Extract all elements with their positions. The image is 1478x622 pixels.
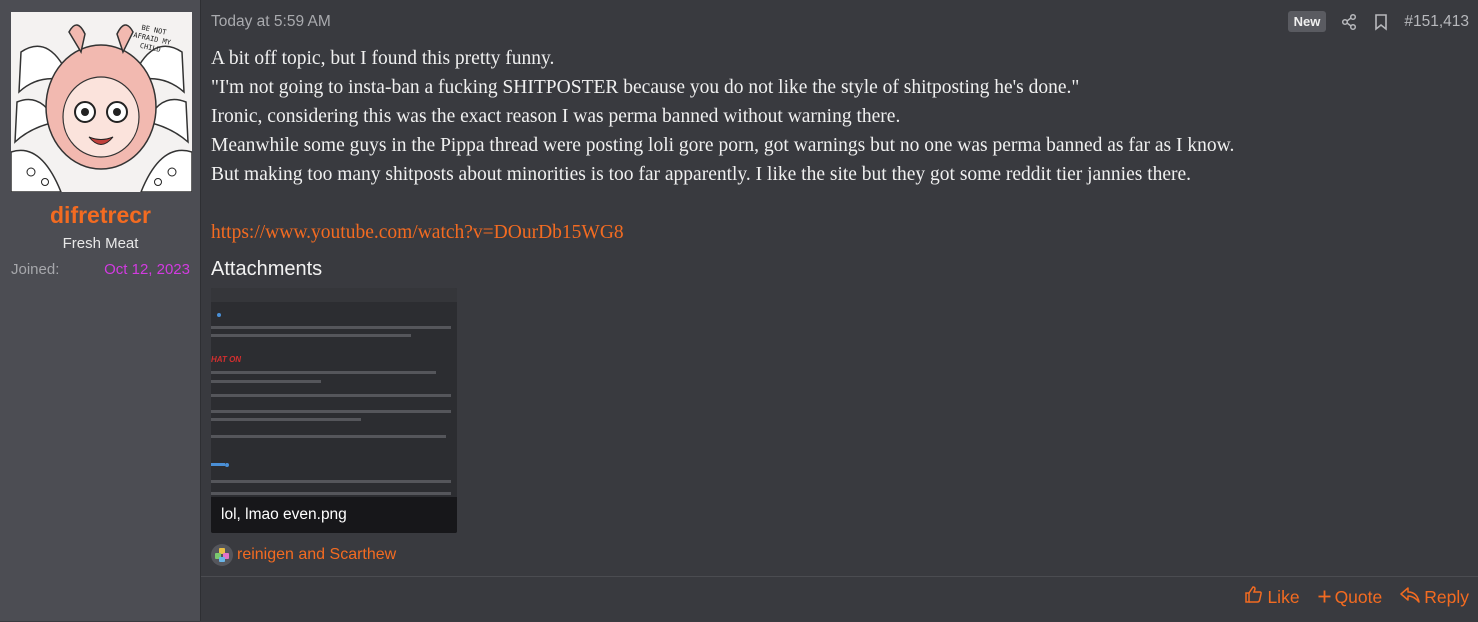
reaction-icon [211,544,233,566]
share-icon[interactable] [1340,13,1358,31]
post-line: Ironic, considering this was the exact r… [211,106,901,127]
post-number[interactable]: #151,413 [1404,13,1469,31]
attachment-thumb-heading: HAT ON [211,355,242,364]
quote-button[interactable]: Quote [1318,586,1383,608]
reactions-bar[interactable]: reinigen and Scarthew [211,544,396,566]
post-header-actions: New #151,413 [1287,11,1469,32]
post-line: "I'm not going to insta-ban a fucking SH… [211,77,1080,98]
plus-icon [1318,587,1331,608]
youtube-link[interactable]: https://www.youtube.com/watch?v=DOurDb15… [211,222,624,243]
like-label: Like [1267,586,1300,607]
attachment-filename: lol, lmao even.png [211,497,457,533]
attachment-thumbnail[interactable]: HAT ON lol, lmao even.png [211,288,457,533]
reactions-users[interactable]: reinigen and Scarthew [237,546,396,564]
post-line: A bit off topic, but I found this pretty… [211,48,555,69]
new-badge: New [1287,11,1327,32]
user-sidebar: BE NOT AFRAID MY CHILD difretrecr Fresh … [0,0,201,621]
joined-date: Oct 12, 2023 [104,261,190,278]
post-line: Meanwhile some guys in the Pippa thread … [211,135,1235,156]
post-body: A bit off topic, but I found this pretty… [211,44,1461,247]
user-title: Fresh Meat [62,235,139,252]
like-button[interactable]: Like [1244,585,1300,609]
post-line: But making too many shitposts about mino… [211,164,1192,185]
username[interactable]: difretrecr [0,202,201,229]
post-main: Today at 5:59 AM New #151,413 A bit off … [201,0,1478,621]
thumbs-up-icon [1244,585,1263,609]
post-container: BE NOT AFRAID MY CHILD difretrecr Fresh … [0,0,1478,621]
bookmark-icon[interactable] [1372,13,1390,31]
avatar[interactable]: BE NOT AFRAID MY CHILD [11,12,192,192]
reply-label: Reply [1424,586,1469,607]
quote-label: Quote [1334,586,1383,607]
reply-arrow-icon [1400,586,1420,609]
attachments-heading: Attachments [211,258,323,280]
post-timestamp[interactable]: Today at 5:59 AM [211,13,331,31]
joined-label: Joined: [11,261,60,278]
post-actions: Like Quote Reply [1244,585,1469,609]
post-footer: Like Quote Reply [201,576,1478,622]
reply-button[interactable]: Reply [1400,586,1469,609]
